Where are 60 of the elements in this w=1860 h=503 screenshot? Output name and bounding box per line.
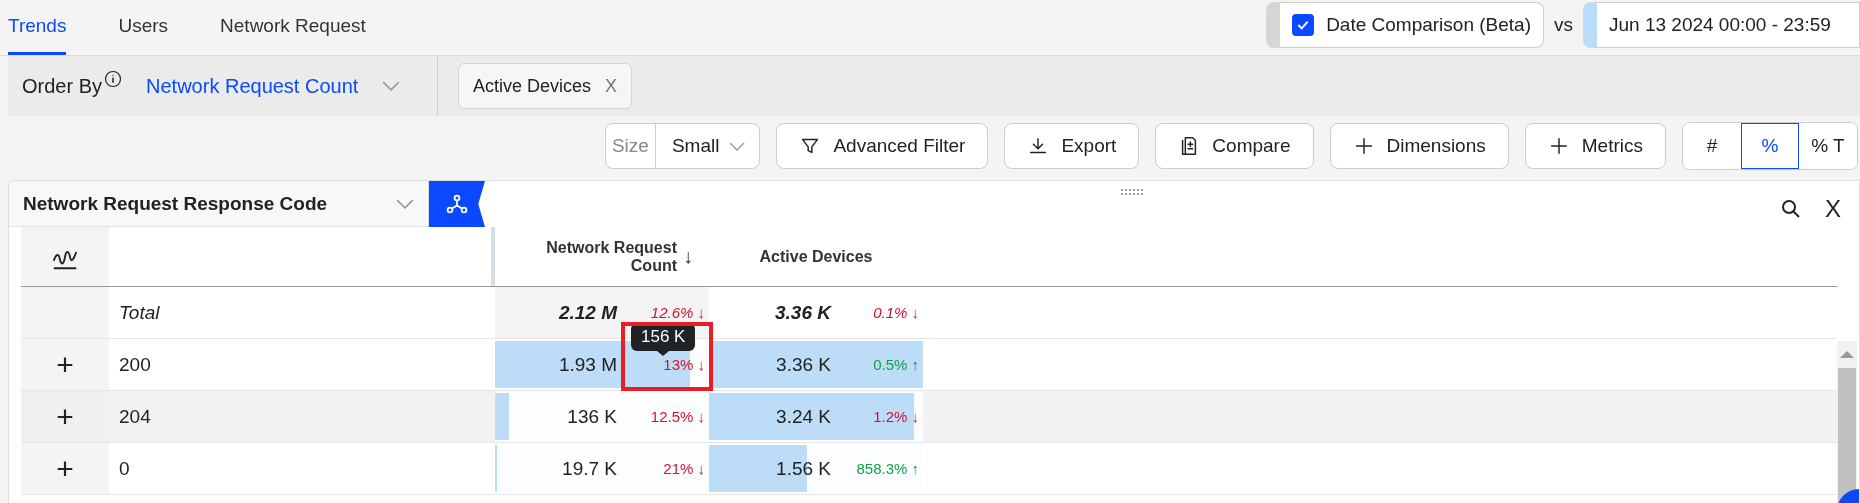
- metric-value: 136 K: [566, 405, 618, 428]
- change-value: 12.5% ↓: [649, 408, 705, 425]
- order-by-label: Order By: [22, 74, 103, 98]
- network-icon: [445, 192, 469, 216]
- metric-value: 19.7 K: [561, 457, 618, 480]
- chip-close-button[interactable]: X: [605, 75, 618, 97]
- total-label: Total: [119, 301, 160, 324]
- column-header[interactable]: Network Request Count: [527, 238, 677, 275]
- chevron-down-icon: [396, 198, 414, 209]
- view-mode-tab[interactable]: %: [1741, 123, 1799, 169]
- row-label: 200: [119, 353, 151, 376]
- change-value: 0.1% ↓: [872, 304, 919, 321]
- change-value: 21% ↓: [662, 460, 705, 477]
- size-value: Small: [671, 135, 720, 157]
- column-header[interactable]: Active Devices: [759, 247, 873, 266]
- checkbox-label: Date Comparison (Beta): [1326, 14, 1531, 36]
- close-button[interactable]: X: [1825, 197, 1841, 221]
- vs-label: vs: [1554, 14, 1573, 36]
- metric-value: 2.12 M: [557, 301, 619, 324]
- change-value: 858.3% ↑: [855, 460, 919, 477]
- change-value: 0.5% ↑: [872, 356, 919, 373]
- expand-button[interactable]: +: [56, 453, 74, 484]
- metric-value: 3.36 K: [775, 353, 832, 376]
- order-by-dropdown[interactable]: Network Request Count: [146, 74, 359, 98]
- tooltip-arrow: [657, 351, 669, 356]
- tab[interactable]: Network Request: [220, 0, 366, 55]
- sort-arrow[interactable]: ↓: [683, 245, 693, 268]
- chip-label: Active Devices: [473, 75, 592, 97]
- row-label: 204: [119, 405, 151, 428]
- change-value: 12.6% ↓: [649, 304, 705, 321]
- drag-handle-icon[interactable]: [1121, 189, 1143, 195]
- metric-value: 3.24 K: [775, 405, 832, 428]
- info-icon: [104, 70, 123, 88]
- toolbar-button[interactable]: Advanced Filter: [776, 123, 989, 169]
- metric-value: 1.56 K: [775, 457, 832, 480]
- row-label: 0: [119, 457, 130, 480]
- metric-value: 1.93 M: [557, 353, 618, 376]
- dimension-label: Network Request Response Code: [23, 192, 328, 215]
- metric-value: 3.36 K: [774, 301, 833, 324]
- chevron-down-icon: [729, 141, 746, 151]
- size-label: Size: [605, 124, 656, 168]
- expand-button[interactable]: +: [56, 401, 74, 432]
- toolbar-button[interactable]: Export: [1004, 123, 1140, 169]
- scrollbar[interactable]: [1837, 341, 1857, 503]
- toolbar-button[interactable]: Dimensions: [1329, 123, 1509, 169]
- date-range-field[interactable]: Jun 13 2024 00:00 - 23:59: [1583, 2, 1860, 48]
- table-row[interactable]: + 0 19.7 K 21% ↓ 1.56 K 858.3% ↑: [21, 443, 1837, 495]
- table-row[interactable]: + 204 136 K 12.5% ↓ 3.24 K 1.2% ↓: [21, 391, 1837, 443]
- date-comparison-checkbox[interactable]: Date Comparison (Beta): [1266, 2, 1544, 48]
- change-value: 13% ↓: [662, 356, 705, 373]
- expand-button[interactable]: +: [56, 349, 74, 380]
- chevron-down-icon: [382, 81, 401, 91]
- change-value: 1.2% ↓: [872, 408, 919, 425]
- size-dropdown[interactable]: Size Small: [604, 123, 761, 169]
- toolbar-button[interactable]: Compare: [1155, 123, 1314, 169]
- tab[interactable]: Users: [118, 0, 169, 55]
- hierarchy-button[interactable]: [429, 181, 485, 227]
- dimension-dropdown[interactable]: Network Request Response Code: [9, 181, 429, 227]
- toolbar-button[interactable]: Metrics: [1524, 123, 1666, 169]
- checkbox[interactable]: [1292, 14, 1315, 36]
